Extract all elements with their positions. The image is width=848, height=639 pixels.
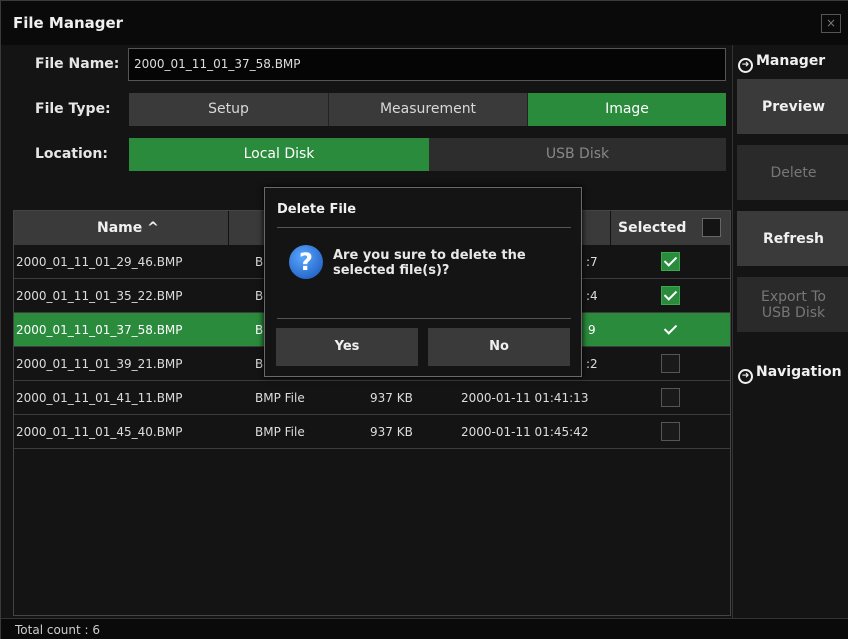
select-all-checkbox[interactable] (702, 218, 721, 237)
file-name-cell: 2000_01_11_01_45_40.BMP (16, 425, 183, 439)
preview-button[interactable]: Preview (737, 79, 848, 134)
column-header-selected[interactable]: Selected (618, 211, 686, 246)
file-date-cell: 2000-01-11 01:41:13 (461, 391, 589, 405)
dialog-divider (277, 318, 571, 319)
file-type-cell: B (255, 357, 264, 371)
file-type-cell: BMP File (255, 391, 305, 405)
table-row[interactable]: 2000_01_11_01_45_40.BMP BMP File 937 KB … (13, 415, 731, 449)
circle-arrow-right-icon: ➜ (738, 58, 753, 73)
dialog-divider (277, 227, 571, 228)
file-type-image-tab[interactable]: Image (528, 93, 726, 126)
file-type-label: File Type: (35, 101, 111, 117)
file-name-cell: 2000_01_11_01_37_58.BMP (16, 323, 183, 337)
yes-button[interactable]: Yes (276, 328, 418, 366)
row-checkbox[interactable] (661, 286, 680, 305)
location-label: Location: (35, 146, 108, 162)
file-size-cell: 937 KB (370, 391, 413, 405)
dialog-title: Delete File (277, 202, 357, 217)
row-checkbox[interactable] (661, 252, 680, 271)
file-type-setup-tab[interactable]: Setup (129, 93, 329, 126)
file-size-cell: 937 KB (370, 425, 413, 439)
delete-button[interactable]: Delete (737, 145, 848, 200)
file-manager-window: File Manager × File Name: 2000_01_11_01_… (0, 0, 848, 639)
manager-heading-label: Manager (756, 53, 826, 69)
refresh-button[interactable]: Refresh (737, 211, 848, 266)
status-bar: Total count : 6 (1, 618, 848, 639)
column-header-name[interactable]: Name ^ (97, 211, 159, 246)
sidebar: ➜ Manager Preview Delete Refresh Export T… (732, 45, 848, 618)
close-button[interactable]: × (821, 14, 841, 33)
table-row[interactable]: 2000_01_11_01_41_11.BMP BMP File 937 KB … (13, 381, 731, 415)
file-name-cell: 2000_01_11_01_35_22.BMP (16, 289, 183, 303)
file-type-cell: BMP File (255, 425, 305, 439)
location-local-disk-tab[interactable]: Local Disk (129, 138, 429, 171)
file-name-cell: 2000_01_11_01_41_11.BMP (16, 391, 183, 405)
circle-arrow-right-icon: ➜ (738, 369, 753, 384)
window-title: File Manager (13, 14, 124, 32)
row-checkbox[interactable] (661, 422, 680, 441)
dialog-message: Are you sure to delete the selected file… (333, 248, 526, 278)
column-divider (610, 211, 611, 246)
file-date-cell: :4 (586, 289, 598, 303)
title-bar: File Manager × (1, 1, 848, 45)
file-type-cell: B (255, 289, 264, 303)
file-type-measurement-tab[interactable]: Measurement (329, 93, 528, 126)
row-checkbox[interactable] (661, 320, 680, 339)
navigation-heading[interactable]: ➜ Navigation (738, 362, 842, 384)
file-name-cell: 2000_01_11_01_39_21.BMP (16, 357, 183, 371)
column-divider (228, 211, 229, 246)
file-name-cell: 2000_01_11_01_29_46.BMP (16, 255, 183, 269)
file-name-label: File Name: (35, 56, 120, 72)
export-to-usb-button[interactable]: Export To USB Disk (737, 277, 848, 332)
file-date-cell: 9 (588, 323, 596, 337)
row-checkbox[interactable] (661, 354, 680, 373)
no-button[interactable]: No (428, 328, 570, 366)
file-type-cell: B (255, 323, 264, 337)
file-date-cell: :2 (586, 357, 598, 371)
manager-heading: ➜ Manager (738, 51, 826, 73)
question-icon: ? (289, 245, 323, 279)
file-date-cell: 2000-01-11 01:45:42 (461, 425, 589, 439)
row-checkbox[interactable] (661, 388, 680, 407)
location-usb-disk-tab[interactable]: USB Disk (429, 138, 726, 171)
file-name-field[interactable]: 2000_01_11_01_37_58.BMP (128, 48, 726, 81)
file-date-cell: :7 (586, 255, 598, 269)
file-type-cell: B (255, 255, 264, 269)
delete-file-dialog: Delete File ? Are you sure to delete the… (264, 187, 582, 377)
navigation-heading-label: Navigation (756, 364, 842, 380)
